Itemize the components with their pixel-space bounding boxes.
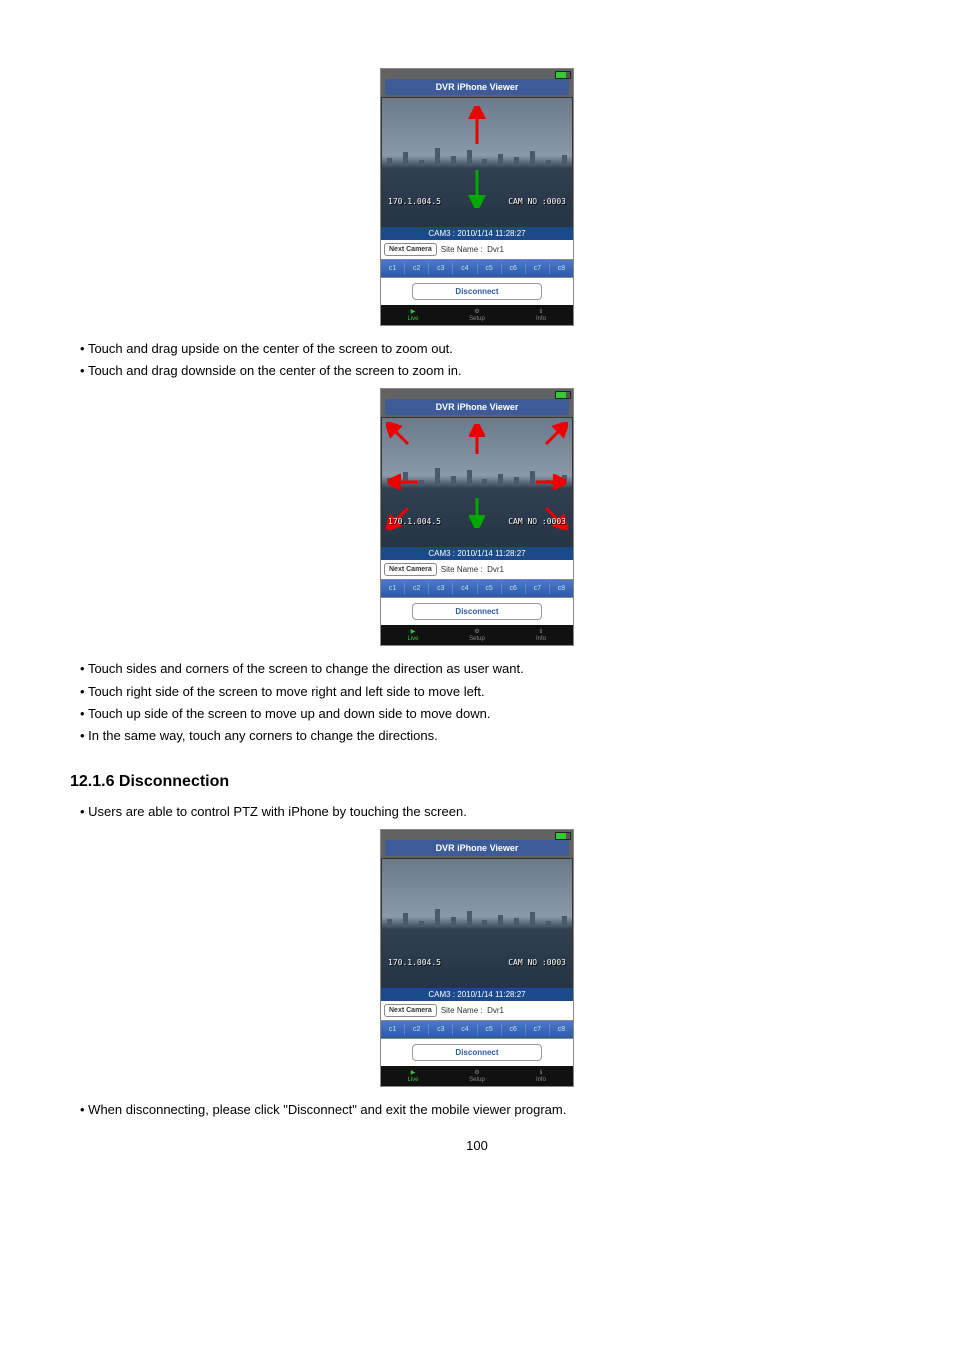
tab-setup[interactable]: ⚙Setup [445, 625, 509, 645]
page-number: 100 [70, 1138, 884, 1153]
camera-timestamp-label: CAM3 : 2010/1/14 11:28:27 [381, 547, 573, 560]
info-row: Next Camera Site Name : Dvr1 [381, 1001, 573, 1020]
camera-c4[interactable]: c4 [453, 263, 477, 274]
disconnect-button[interactable]: Disconnect [412, 603, 541, 620]
next-camera-button[interactable]: Next Camera [384, 243, 437, 256]
camera-list: c1 c2 c3 c4 c5 c6 c7 c8 [381, 1020, 573, 1039]
disconnect-button[interactable]: Disconnect [412, 1044, 541, 1061]
camera-c2[interactable]: c2 [405, 1024, 429, 1035]
play-icon: ▶ [411, 1069, 416, 1076]
gear-icon: ⚙ [474, 1069, 479, 1076]
instruction-text: Users are able to control PTZ with iPhon… [80, 803, 884, 821]
arrow-upleft-icon [386, 422, 412, 448]
site-name-label: Site Name : Dvr1 [441, 1006, 504, 1015]
overlay-cam-no: CAM NO :0003 [508, 517, 566, 526]
camera-c8[interactable]: c8 [550, 1024, 573, 1035]
camera-c3[interactable]: c3 [429, 263, 453, 274]
camera-c7[interactable]: c7 [526, 263, 550, 274]
arrow-up-icon [469, 424, 485, 456]
battery-icon [555, 71, 571, 79]
camera-list: c1 c2 c3 c4 c5 c6 c7 c8 [381, 579, 573, 598]
camera-c8[interactable]: c8 [550, 583, 573, 594]
camera-c8[interactable]: c8 [550, 263, 573, 274]
next-camera-button[interactable]: Next Camera [384, 563, 437, 576]
play-icon: ▶ [411, 308, 416, 315]
instruction-text: Touch sides and corners of the screen to… [80, 660, 884, 678]
gear-icon: ⚙ [474, 628, 479, 635]
arrow-down-icon [468, 168, 486, 208]
info-row: Next Camera Site Name : Dvr1 [381, 560, 573, 579]
tab-setup[interactable]: ⚙Setup [445, 1066, 509, 1086]
camera-c1[interactable]: c1 [381, 263, 405, 274]
info-icon: ℹ [540, 1069, 542, 1076]
tab-bar: ▶Live ⚙Setup ℹInfo [381, 305, 573, 325]
gear-icon: ⚙ [474, 308, 479, 315]
camera-c7[interactable]: c7 [526, 1024, 550, 1035]
camera-c6[interactable]: c6 [502, 583, 526, 594]
info-icon: ℹ [540, 628, 542, 635]
tab-info[interactable]: ℹInfo [509, 1066, 573, 1086]
next-camera-button[interactable]: Next Camera [384, 1004, 437, 1017]
overlay-cam-no: CAM NO :0003 [508, 197, 566, 206]
camera-timestamp-label: CAM3 : 2010/1/14 11:28:27 [381, 988, 573, 1001]
camera-c5[interactable]: c5 [478, 583, 502, 594]
camera-c4[interactable]: c4 [453, 583, 477, 594]
instruction-text: When disconnecting, please click "Discon… [80, 1101, 884, 1119]
instruction-text: In the same way, touch any corners to ch… [80, 727, 884, 745]
camera-c3[interactable]: c3 [429, 583, 453, 594]
info-row: Next Camera Site Name : Dvr1 [381, 240, 573, 259]
dvr-viewer-screenshot: DVR iPhone Viewer 170.1.004.5 CAM NO :00… [380, 829, 574, 1087]
camera-c1[interactable]: c1 [381, 1024, 405, 1035]
instruction-text: Touch and drag downside on the center of… [80, 362, 884, 380]
tab-info[interactable]: ℹInfo [509, 305, 573, 325]
overlay-ip: 170.1.004.5 [388, 958, 441, 967]
app-title: DVR iPhone Viewer [385, 399, 569, 415]
info-icon: ℹ [540, 308, 542, 315]
app-title: DVR iPhone Viewer [385, 79, 569, 95]
camera-c6[interactable]: c6 [502, 263, 526, 274]
camera-list: c1 c2 c3 c4 c5 c6 c7 c8 [381, 259, 573, 278]
app-title: DVR iPhone Viewer [385, 840, 569, 856]
tab-bar: ▶Live ⚙Setup ℹInfo [381, 1066, 573, 1086]
video-area[interactable]: 170.1.004.5 CAM NO :0003 [381, 417, 573, 547]
camera-c7[interactable]: c7 [526, 583, 550, 594]
video-area[interactable]: 170.1.004.5 CAM NO :0003 [381, 97, 573, 227]
camera-c2[interactable]: c2 [405, 263, 429, 274]
camera-c3[interactable]: c3 [429, 1024, 453, 1035]
battery-icon [555, 832, 571, 840]
arrow-up-icon [468, 106, 486, 146]
arrow-upright-icon [542, 422, 568, 448]
instruction-text: Touch right side of the screen to move r… [80, 683, 884, 701]
camera-timestamp-label: CAM3 : 2010/1/14 11:28:27 [381, 227, 573, 240]
arrow-down-icon [469, 496, 485, 528]
camera-c5[interactable]: c5 [478, 1024, 502, 1035]
instruction-text: Touch and drag upside on the center of t… [80, 340, 884, 358]
play-icon: ▶ [411, 628, 416, 635]
camera-c5[interactable]: c5 [478, 263, 502, 274]
site-name-label: Site Name : Dvr1 [441, 565, 504, 574]
camera-c6[interactable]: c6 [502, 1024, 526, 1035]
camera-c1[interactable]: c1 [381, 583, 405, 594]
instruction-text: Touch up side of the screen to move up a… [80, 705, 884, 723]
overlay-ip: 170.1.004.5 [388, 197, 441, 206]
camera-c4[interactable]: c4 [453, 1024, 477, 1035]
dvr-viewer-screenshot: DVR iPhone Viewer 170.1.004.5 CAM NO :00… [380, 68, 574, 326]
section-heading: 12.1.6 Disconnection [70, 773, 884, 791]
camera-c2[interactable]: c2 [405, 583, 429, 594]
tab-live[interactable]: ▶Live [381, 305, 445, 325]
video-area[interactable]: 170.1.004.5 CAM NO :0003 [381, 858, 573, 988]
battery-icon [555, 391, 571, 399]
tab-live[interactable]: ▶Live [381, 1066, 445, 1086]
dvr-viewer-screenshot: DVR iPhone Viewer [380, 388, 574, 646]
tab-bar: ▶Live ⚙Setup ℹInfo [381, 625, 573, 645]
overlay-ip: 170.1.004.5 [388, 517, 441, 526]
site-name-label: Site Name : Dvr1 [441, 245, 504, 254]
disconnect-button[interactable]: Disconnect [412, 283, 541, 300]
tab-live[interactable]: ▶Live [381, 625, 445, 645]
tab-setup[interactable]: ⚙Setup [445, 305, 509, 325]
tab-info[interactable]: ℹInfo [509, 625, 573, 645]
overlay-cam-no: CAM NO :0003 [508, 958, 566, 967]
